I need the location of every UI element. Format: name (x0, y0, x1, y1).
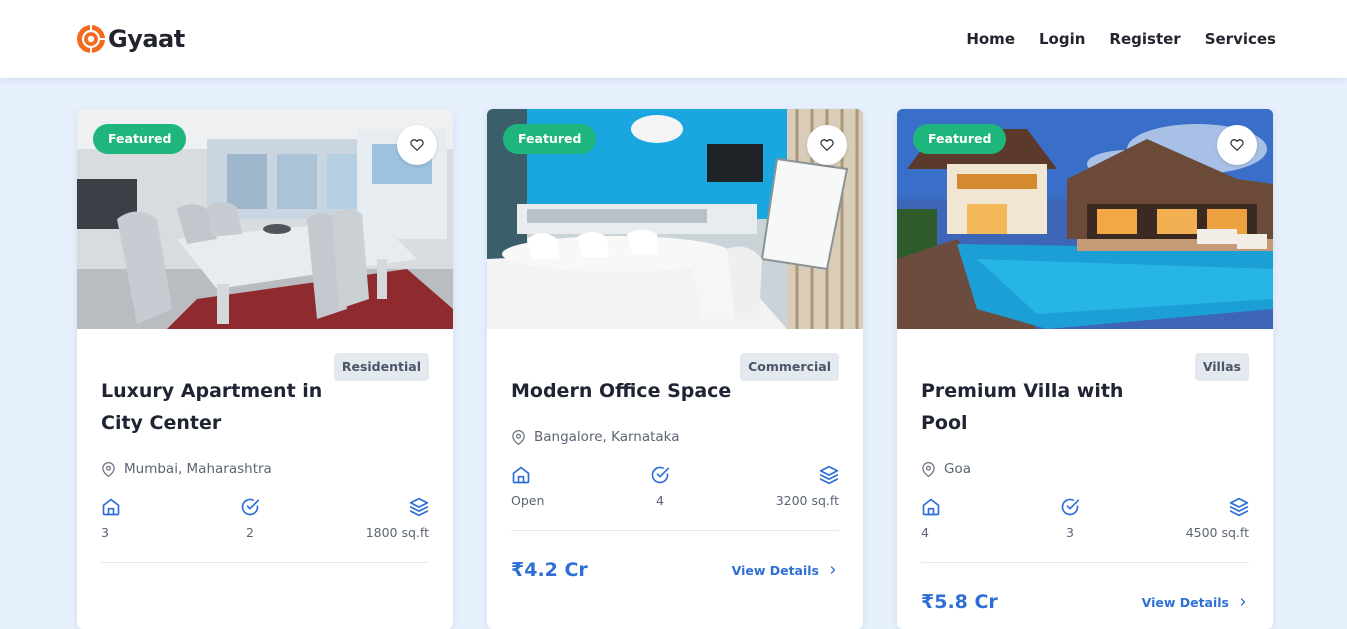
home-icon (922, 498, 940, 516)
stat-rooms: 3 (101, 497, 161, 540)
property-location: Mumbai, Maharashtra (101, 461, 429, 477)
favorite-button[interactable] (1217, 125, 1257, 165)
card-body: Residential Luxury Apartment in City Cen… (77, 329, 453, 563)
property-title[interactable]: Premium Villa with Pool (921, 375, 1171, 439)
nav-register[interactable]: Register (1109, 30, 1180, 48)
stat-rooms: 4 (921, 497, 981, 540)
favorite-button[interactable] (807, 125, 847, 165)
price: ₹4.2 Cr (511, 559, 588, 581)
home-icon (512, 466, 530, 484)
property-card[interactable]: Featured Commercial Modern Office Space … (487, 109, 863, 629)
featured-badge: Featured (503, 124, 597, 154)
stat-value: 3 (1066, 525, 1074, 540)
property-location: Goa (921, 461, 1249, 477)
heart-icon (820, 139, 834, 151)
category-tag: Villas (1194, 353, 1249, 381)
property-list: Featured Residential Luxury Apartment in… (77, 109, 1273, 629)
nav-login[interactable]: Login (1039, 30, 1085, 48)
card-body: Villas Premium Villa with Pool Goa 4 3 4… (897, 329, 1273, 613)
brand-link[interactable]: Gyaat (76, 24, 185, 54)
map-pin-icon (102, 461, 115, 477)
location-text: Goa (944, 461, 971, 477)
heart-icon (410, 139, 424, 151)
property-stats: Open 4 3200 sq.ft (511, 465, 839, 531)
layers-icon (819, 465, 839, 485)
featured-badge: Featured (913, 124, 1007, 154)
property-image[interactable]: Featured (77, 109, 453, 329)
stat-value: 1800 sq.ft (365, 525, 429, 540)
chevron-right-icon (830, 566, 836, 574)
check-circle-icon (1061, 498, 1080, 516)
check-circle-icon (241, 498, 260, 516)
featured-badge: Featured (93, 124, 187, 154)
location-text: Mumbai, Maharashtra (124, 461, 272, 477)
stat-value: 4 (656, 493, 664, 508)
property-location: Bangalore, Karnataka (511, 429, 839, 445)
price: ₹5.8 Cr (921, 591, 998, 613)
stat-area: 3200 sq.ft (749, 465, 839, 508)
card-footer: ₹4.2 Cr View Details (511, 559, 839, 581)
stat-check: 3 (1040, 497, 1100, 540)
stat-value: 4500 sq.ft (1185, 525, 1249, 540)
navbar: Gyaat Home Login Register Services (0, 0, 1347, 78)
property-stats: 4 3 4500 sq.ft (921, 497, 1249, 563)
check-circle-icon (651, 466, 670, 484)
stat-value: 2 (246, 525, 254, 540)
stat-value: 3 (101, 525, 109, 540)
stat-value: Open (511, 493, 545, 508)
category-tag: Residential (333, 353, 429, 381)
property-card[interactable]: Featured Villas Premium Villa with Pool … (897, 109, 1273, 629)
view-details-label: View Details (1141, 594, 1229, 610)
nav-home[interactable]: Home (966, 30, 1015, 48)
stat-rooms: Open (511, 465, 571, 508)
view-details-link[interactable]: View Details (732, 563, 839, 578)
heart-icon (1230, 139, 1244, 151)
layers-icon (409, 497, 429, 517)
stat-area: 1800 sq.ft (339, 497, 429, 540)
category-tag: Commercial (740, 353, 839, 381)
property-image[interactable]: Featured (487, 109, 863, 329)
map-pin-icon (512, 429, 525, 445)
layers-icon (1229, 497, 1249, 517)
property-card[interactable]: Featured Residential Luxury Apartment in… (77, 109, 453, 629)
brand-logo-icon (77, 25, 105, 53)
property-title[interactable]: Modern Office Space (511, 375, 761, 407)
stat-check: 2 (220, 497, 280, 540)
view-details-link[interactable]: View Details (1142, 595, 1249, 610)
map-pin-icon (922, 461, 935, 477)
property-image[interactable]: Featured (897, 109, 1273, 329)
property-stats: 3 2 1800 sq.ft (101, 497, 429, 563)
view-details-label: View Details (731, 562, 819, 578)
stat-area: 4500 sq.ft (1159, 497, 1249, 540)
property-title[interactable]: Luxury Apartment in City Center (101, 375, 351, 439)
home-icon (102, 498, 120, 516)
stat-value: 3200 sq.ft (775, 493, 839, 508)
favorite-button[interactable] (397, 125, 437, 165)
card-footer: ₹5.8 Cr View Details (921, 591, 1249, 613)
location-text: Bangalore, Karnataka (534, 429, 680, 445)
card-body: Commercial Modern Office Space Bangalore… (487, 329, 863, 581)
brand-name: Gyaat (108, 25, 185, 53)
nav-services[interactable]: Services (1205, 30, 1276, 48)
stat-value: 4 (921, 525, 929, 540)
main-nav: Home Login Register Services (966, 30, 1276, 48)
stat-check: 4 (630, 465, 690, 508)
